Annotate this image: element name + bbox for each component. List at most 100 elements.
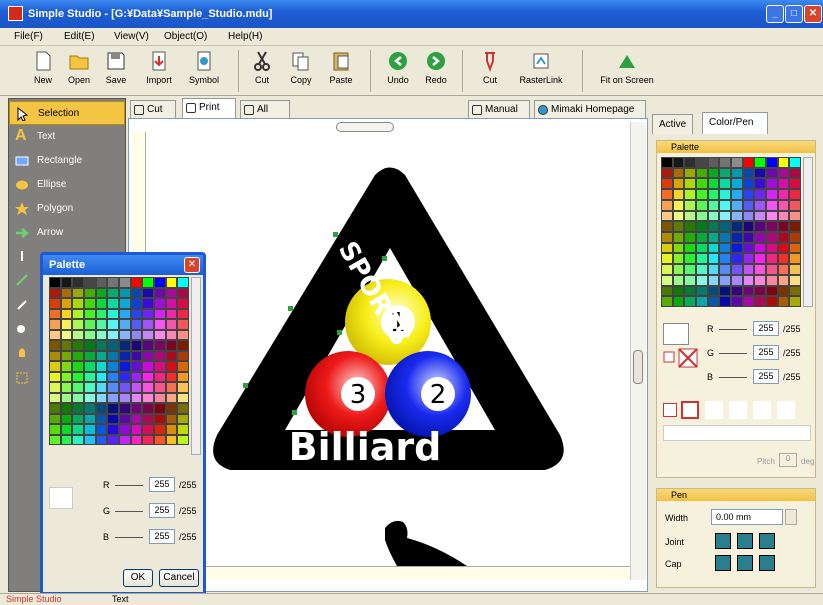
palette-swatch[interactable] xyxy=(84,403,96,414)
palette-swatch[interactable] xyxy=(49,434,61,445)
palette-swatch[interactable] xyxy=(84,350,96,361)
maximize-button[interactable]: □ xyxy=(785,5,803,23)
palette-swatch[interactable] xyxy=(49,298,61,309)
palette-swatch[interactable] xyxy=(154,361,166,372)
palette-swatch[interactable] xyxy=(696,189,708,200)
palette-swatch[interactable] xyxy=(49,308,61,319)
palette-swatch[interactable] xyxy=(789,242,801,254)
palette-swatch[interactable] xyxy=(672,210,685,222)
palette-swatch[interactable] xyxy=(766,231,778,243)
palette-swatch[interactable] xyxy=(107,329,119,340)
palette-swatch[interactable] xyxy=(707,167,720,179)
palette-swatch[interactable] xyxy=(696,285,708,297)
palette-swatch[interactable] xyxy=(84,319,96,330)
palette-swatch[interactable] xyxy=(696,253,708,265)
palette-swatch[interactable] xyxy=(719,274,731,286)
palette-swatch[interactable] xyxy=(165,434,178,445)
tool-ellipse[interactable]: Ellipse xyxy=(9,173,125,197)
palette-swatch[interactable] xyxy=(95,434,108,445)
palette-swatch[interactable] xyxy=(60,308,73,319)
cap-square-button[interactable] xyxy=(759,555,775,571)
palette-swatch[interactable] xyxy=(177,434,189,445)
gradient-stop[interactable] xyxy=(777,401,795,419)
dialog-r-input[interactable]: 255 xyxy=(149,477,175,492)
palette-swatch[interactable] xyxy=(177,424,189,435)
palette-swatch[interactable] xyxy=(119,329,131,340)
palette-swatch[interactable] xyxy=(766,285,778,297)
palette-swatch[interactable] xyxy=(707,221,720,232)
palette-swatch[interactable] xyxy=(754,242,766,254)
palette-swatch[interactable] xyxy=(742,285,755,297)
palette-swatch[interactable] xyxy=(72,424,84,435)
palette-swatch[interactable] xyxy=(72,403,84,414)
palette-swatch[interactable] xyxy=(789,221,801,232)
palette-swatch[interactable] xyxy=(130,424,143,435)
palette-swatch[interactable] xyxy=(777,199,790,211)
palette-swatch[interactable] xyxy=(84,308,96,319)
palette-swatch[interactable] xyxy=(661,210,673,222)
palette-swatch[interactable] xyxy=(72,340,84,351)
palette-swatch[interactable] xyxy=(165,287,178,298)
palette-swatch[interactable] xyxy=(119,413,131,424)
palette-swatch[interactable] xyxy=(672,221,685,232)
palette-swatch[interactable] xyxy=(49,319,61,330)
palette-swatch[interactable] xyxy=(142,403,154,414)
palette-swatch[interactable] xyxy=(177,382,189,393)
palette-swatch[interactable] xyxy=(742,167,755,179)
palette-swatch[interactable] xyxy=(154,382,166,393)
palette-swatch[interactable] xyxy=(72,350,84,361)
gradient-stop[interactable] xyxy=(729,401,747,419)
palette-swatch[interactable] xyxy=(142,361,154,372)
misc-tool-icons[interactable] xyxy=(15,249,29,399)
palette-swatch[interactable] xyxy=(731,157,743,168)
palette-swatch[interactable] xyxy=(119,319,131,330)
palette-swatch[interactable] xyxy=(49,287,61,298)
palette-swatch[interactable] xyxy=(707,199,720,211)
palette-swatch[interactable] xyxy=(72,287,84,298)
palette-swatch[interactable] xyxy=(60,382,73,393)
palette-swatch[interactable] xyxy=(672,264,685,275)
palette-swatch[interactable] xyxy=(142,350,154,361)
palette-swatch[interactable] xyxy=(119,298,131,309)
palette-swatch[interactable] xyxy=(107,392,119,403)
dialog-palette-scrollbar[interactable] xyxy=(191,277,201,455)
palette-swatch[interactable] xyxy=(130,308,143,319)
palette-swatch[interactable] xyxy=(766,296,778,307)
scroll-thumb[interactable] xyxy=(633,350,643,384)
palette-swatch[interactable] xyxy=(107,308,119,319)
palette-swatch[interactable] xyxy=(696,296,708,307)
palette-swatch[interactable] xyxy=(119,424,131,435)
palette-swatch[interactable] xyxy=(84,434,96,445)
palette-swatch[interactable] xyxy=(49,350,61,361)
palette-swatch[interactable] xyxy=(130,382,143,393)
palette-swatch[interactable] xyxy=(766,189,778,200)
palette-swatch[interactable] xyxy=(766,274,778,286)
gradient-stop[interactable] xyxy=(663,403,677,417)
palette-swatch[interactable] xyxy=(672,231,685,243)
palette-swatch[interactable] xyxy=(119,392,131,403)
palette-swatch[interactable] xyxy=(731,231,743,243)
palette-swatch[interactable] xyxy=(696,210,708,222)
palette-swatch[interactable] xyxy=(165,392,178,403)
dialog-color-swatch[interactable] xyxy=(49,487,73,509)
palette-swatch[interactable] xyxy=(754,199,766,211)
palette-swatch[interactable] xyxy=(672,189,685,200)
palette-swatch[interactable] xyxy=(130,329,143,340)
palette-swatch[interactable] xyxy=(95,392,108,403)
palette-swatch[interactable] xyxy=(60,298,73,309)
palette-swatch[interactable] xyxy=(72,371,84,382)
rasterlink-button[interactable]: RasterLink xyxy=(514,48,568,94)
palette-swatch[interactable] xyxy=(72,329,84,340)
tool-selection[interactable]: Selection xyxy=(9,101,125,125)
palette-swatch[interactable] xyxy=(119,308,131,319)
palette-swatch[interactable] xyxy=(672,274,685,286)
palette-swatch[interactable] xyxy=(130,392,143,403)
palette-swatch[interactable] xyxy=(754,264,766,275)
palette-swatch[interactable] xyxy=(696,274,708,286)
palette-swatch[interactable] xyxy=(754,178,766,190)
palette-swatch[interactable] xyxy=(107,277,119,288)
palette-swatch[interactable] xyxy=(684,210,696,222)
palette-swatch[interactable] xyxy=(142,392,154,403)
palette-swatch[interactable] xyxy=(107,350,119,361)
palette-swatch[interactable] xyxy=(672,242,685,254)
